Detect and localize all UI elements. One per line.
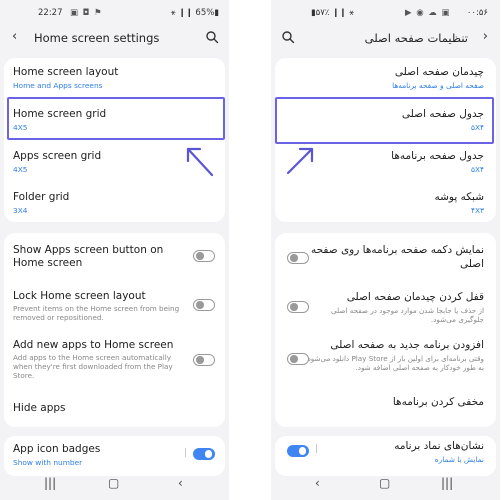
folder-grid-item[interactable]: شبکه پوشه ۴X۳ (275, 181, 496, 222)
item-subtitle: صفحه اصلی و صفحه برنامه‌ها (392, 81, 484, 90)
item-subtitle: ۴X۳ (470, 206, 484, 215)
item-title: Show Apps screen button on (13, 244, 164, 256)
hide-apps-item[interactable]: مخفی کردن برنامه‌ها (275, 383, 496, 427)
item-description-line2: removed or repositioned. (13, 313, 104, 322)
back-nav-icon[interactable]: ‹ (178, 476, 183, 490)
back-icon[interactable]: ‹ (12, 29, 17, 44)
phone-screen-english: 22:27 ▣ ◘ ⚑ ⚹ ❙❙ 65%▮ ‹ Home screen sett… (0, 0, 229, 500)
folder-grid-item[interactable]: Folder grid 3X4 (4, 181, 225, 222)
lock-layout-item[interactable]: Lock Home screen layout Prevent items on… (4, 279, 225, 327)
item-description: Add apps to the Home screen automaticall… (13, 353, 172, 362)
toggle-knob (196, 252, 204, 260)
back-nav-icon[interactable]: ‹ (315, 476, 320, 490)
notification-icons: ▣ ◘ ⚑ (70, 8, 103, 18)
apps-screen-grid-item[interactable]: Apps screen grid 4X5 (4, 140, 225, 181)
add-new-apps-toggle[interactable] (193, 354, 215, 366)
item-description: از حذف یا جابجا شدن موارد موجود در صفحه … (331, 306, 484, 315)
item-title: Hide apps (13, 402, 66, 414)
page-title: تنظیمات صفحه اصلی (364, 31, 468, 45)
divider-line: | (183, 448, 187, 458)
item-title: نمایش دکمه صفحه برنامه‌ها روی صفحه (310, 244, 484, 256)
item-title: Apps screen grid (13, 150, 102, 162)
item-title: Lock Home screen layout (13, 290, 146, 302)
show-apps-button-item[interactable]: Show Apps screen button on Home screen (4, 233, 225, 279)
toggle-knob (196, 301, 204, 309)
home-options-card: نمایش دکمه صفحه برنامه‌ها روی صفحه اصلی … (275, 233, 496, 427)
item-description-line2: جلوگیری می‌شود. (430, 315, 484, 324)
item-description-line2: به طور خودکار به صفحه اصلی اضافه شود. (355, 363, 484, 372)
item-title: Add new apps to Home screen (13, 339, 174, 351)
search-icon[interactable] (205, 30, 219, 44)
phone-screen-persian: ▮۵۷٪ ❙❙ ⚹ ▶ ◉ ☁ ▣ ۰۰:۵۶ تنظیمات صفحه اصل… (271, 0, 500, 500)
item-subtitle: Show with number (13, 458, 83, 467)
status-time: 22:27 (38, 8, 63, 18)
item-title: شبکه پوشه (434, 191, 484, 203)
item-subtitle: 3X4 (13, 206, 28, 215)
add-new-apps-toggle[interactable] (287, 353, 309, 365)
item-title: Home screen layout (13, 66, 119, 78)
lock-layout-toggle[interactable] (287, 301, 309, 313)
search-icon[interactable] (281, 30, 295, 44)
divider-line: | (315, 444, 319, 454)
item-title: جدول صفحه برنامه‌ها (391, 150, 484, 162)
item-title: افزودن برنامه جدید به صفحه اصلی (330, 339, 484, 351)
toggle-knob (290, 254, 298, 262)
recents-icon[interactable]: ||| (44, 476, 56, 490)
add-new-apps-item[interactable]: Add new apps to Home screen Add apps to … (4, 327, 225, 391)
grid-settings-card: Home screen layout Home and Apps screens… (4, 58, 225, 222)
item-title: App icon badges (13, 443, 101, 455)
item-description-line2: when they're first downloaded from the P… (13, 362, 173, 371)
item-subtitle: 4X5 (13, 165, 28, 174)
item-title: مخفی کردن برنامه‌ها (392, 396, 484, 408)
show-apps-button-item[interactable]: نمایش دکمه صفحه برنامه‌ها روی صفحه اصلی (275, 233, 496, 279)
lock-layout-toggle[interactable] (193, 299, 215, 311)
item-description-line3: Store. (13, 371, 35, 380)
app-bar: ‹ Home screen settings (0, 26, 229, 50)
item-title: نشان‌های نماد برنامه (394, 440, 484, 452)
page-title: Home screen settings (34, 31, 160, 45)
item-title: چیدمان صفحه اصلی (394, 66, 484, 78)
battery-indicator: ⚹ ❙❙ 65%▮ (170, 8, 219, 18)
item-title-line2: اصلی (459, 258, 484, 270)
navigation-bar: ||| ▢ ‹ (0, 470, 229, 500)
item-subtitle: ۵X۴ (470, 165, 484, 174)
toggle-knob (298, 447, 306, 455)
status-bar: 22:27 ▣ ◘ ⚑ ⚹ ❙❙ 65%▮ (0, 0, 229, 26)
item-description: وقتی برنامه‌ای برای اولین بار از Play St… (305, 354, 484, 363)
navigation-bar: ‹ ▢ ||| (271, 470, 500, 500)
status-time: ۰۰:۵۶ (466, 8, 488, 18)
item-title-line2: Home screen (13, 257, 83, 269)
home-icon[interactable]: ▢ (108, 476, 119, 490)
item-subtitle: نمایش با شماره (434, 455, 484, 464)
home-screen-layout-item[interactable]: Home screen layout Home and Apps screens (4, 58, 225, 99)
lock-layout-item[interactable]: قفل کردن چیدمان صفحه اصلی از حذف یا جابج… (275, 279, 496, 329)
show-apps-button-toggle[interactable] (193, 250, 215, 262)
item-description: Prevent items on the Home screen from be… (13, 304, 180, 313)
app-icon-badges-toggle[interactable] (287, 445, 309, 457)
show-apps-button-toggle[interactable] (287, 252, 309, 264)
apps-screen-grid-item[interactable]: جدول صفحه برنامه‌ها ۵X۴ (275, 140, 496, 181)
status-bar: ▮۵۷٪ ❙❙ ⚹ ▶ ◉ ☁ ▣ ۰۰:۵۶ (271, 0, 500, 26)
item-title: قفل کردن چیدمان صفحه اصلی (346, 291, 484, 303)
back-icon[interactable]: › (483, 29, 488, 44)
toggle-knob (290, 355, 298, 363)
toggle-knob (290, 303, 298, 311)
notification-icons: ▶ ◉ ☁ ▣ (405, 8, 451, 18)
highlight-box-left (7, 97, 225, 140)
home-options-card: Show Apps screen button on Home screen L… (4, 233, 225, 427)
highlight-box-right (275, 97, 494, 144)
app-icon-badges-toggle[interactable] (193, 448, 215, 460)
toggle-knob (196, 356, 204, 364)
battery-indicator: ▮۵۷٪ ❙❙ ⚹ (311, 8, 355, 18)
add-new-apps-item[interactable]: افزودن برنامه جدید به صفحه اصلی وقتی برن… (275, 329, 496, 383)
home-screen-layout-item[interactable]: چیدمان صفحه اصلی صفحه اصلی و صفحه برنامه… (275, 58, 496, 99)
hide-apps-item[interactable]: Hide apps (4, 391, 225, 427)
home-icon[interactable]: ▢ (379, 476, 390, 490)
recents-icon[interactable]: ||| (441, 476, 453, 490)
item-title: Folder grid (13, 191, 70, 203)
toggle-knob (204, 450, 212, 458)
item-subtitle: Home and Apps screens (13, 81, 103, 90)
app-bar: تنظیمات صفحه اصلی › (271, 26, 500, 50)
